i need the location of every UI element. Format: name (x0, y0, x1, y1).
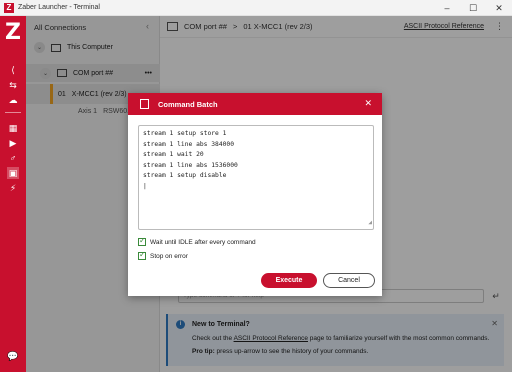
wizard-icon[interactable]: ⚡ (7, 182, 19, 194)
document-icon (140, 99, 149, 109)
command-batch-textarea[interactable]: stream 1 setup store 1 stream 1 line abs… (138, 125, 374, 230)
resize-handle-icon[interactable]: ◢ (368, 218, 372, 229)
maximize-button[interactable]: ☐ (460, 0, 486, 16)
execute-button[interactable]: Execute (261, 273, 317, 288)
zaber-logo: Z (5, 20, 21, 45)
cloud-icon[interactable]: ☁ (7, 94, 19, 106)
wait-idle-checkbox[interactable]: Wait until IDLE after every command (138, 236, 256, 246)
command-batch-text: stream 1 setup store 1 stream 1 line abs… (143, 130, 238, 190)
command-batch-dialog: Command Batch ✕ stream 1 setup store 1 s… (128, 93, 382, 296)
minimize-button[interactable]: – (434, 0, 460, 16)
checkbox-checked-icon[interactable] (138, 250, 146, 260)
dialog-title: Command Batch (158, 99, 218, 109)
close-window-button[interactable]: ✕ (486, 0, 512, 16)
cancel-button[interactable]: Cancel (323, 273, 375, 288)
connect-icon[interactable]: ⇆ (7, 79, 19, 91)
wait-idle-label: Wait until IDLE after every command (150, 238, 256, 246)
title-bar: Z Zaber Launcher - Terminal – ☐ ✕ (0, 0, 512, 16)
app-rail: Z ⟨ ⇆ ☁ ▦ ▶ ♂ ▣ ⚡ 💬 (0, 16, 26, 372)
window-title: Zaber Launcher - Terminal (18, 4, 100, 11)
terminal-icon[interactable]: ▣ (7, 167, 19, 179)
dialog-close-icon[interactable]: ✕ (364, 98, 372, 109)
tools-icon[interactable]: ♂ (7, 152, 19, 164)
grid-icon[interactable]: ▦ (7, 122, 19, 134)
chat-icon[interactable]: 💬 (7, 350, 19, 362)
play-icon[interactable]: ▶ (7, 137, 19, 149)
stop-on-error-label: Stop on error (150, 252, 188, 260)
app-icon: Z (4, 2, 14, 13)
rail-divider (5, 112, 21, 113)
share-icon[interactable]: ⟨ (7, 64, 19, 76)
checkbox-checked-icon[interactable] (138, 236, 146, 246)
stop-on-error-checkbox[interactable]: Stop on error (138, 250, 188, 260)
dialog-header: Command Batch ✕ (128, 93, 382, 115)
